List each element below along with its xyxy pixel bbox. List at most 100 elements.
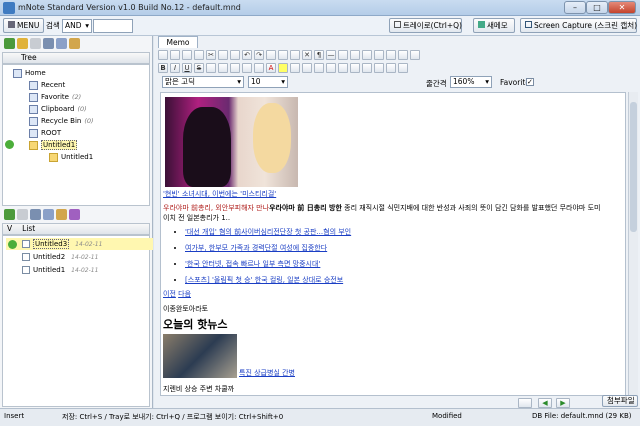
list-item[interactable]: '대선 개입' 혐의 前사이버심리전단장 첫 공판...혐의 부인 [185, 227, 603, 237]
move-icon[interactable] [69, 209, 80, 220]
highlight-icon[interactable] [278, 63, 288, 73]
new-memo-button[interactable]: 새메모 [473, 18, 515, 33]
copy-icon[interactable] [218, 50, 228, 60]
delete-icon[interactable]: ✕ [302, 50, 312, 60]
align-center-icon[interactable] [302, 63, 312, 73]
scrollbar-thumb[interactable] [630, 102, 637, 232]
delete-icon[interactable] [30, 38, 41, 49]
font-shrink-icon[interactable] [254, 63, 264, 73]
table-insert-icon[interactable] [362, 50, 372, 60]
memo-document[interactable]: '현빈' 소녀시대, 이번에는 '미스티리걸' 우라야마 前총리, 외안부피해자… [160, 92, 626, 396]
italic-icon[interactable]: I [170, 63, 180, 73]
minimize-button[interactable]: – [564, 1, 586, 14]
bullet-link[interactable]: '대선 개입' 혐의 前사이버심리전단장 첫 공판...혐의 부인 [185, 228, 351, 236]
font-color-icon[interactable]: A [266, 63, 276, 73]
list-item[interactable]: '한국 안터넷, 접속 빠르나 일부 측면 망중시대' [185, 259, 603, 269]
new-folder-icon[interactable] [17, 38, 28, 49]
tab-memo[interactable]: Memo [158, 36, 198, 48]
bullet-link[interactable]: 여가부, 한부모 가족과 경력단절 여성에 집중한다 [185, 244, 327, 252]
bold-icon[interactable]: B [158, 63, 168, 73]
copy-icon[interactable] [56, 38, 67, 49]
font-size-select[interactable]: 10 ▾ [248, 76, 288, 88]
cut-icon[interactable] [30, 209, 41, 220]
add-memo-icon[interactable] [4, 209, 15, 220]
undo-icon[interactable]: ↶ [242, 50, 252, 60]
font-grow-icon[interactable] [242, 63, 252, 73]
outdent-icon[interactable] [350, 50, 360, 60]
arrow-right-icon[interactable]: ▶ [556, 398, 570, 408]
home-icon[interactable] [518, 398, 532, 408]
list-item[interactable]: Untitled3 14-02-11 [6, 238, 153, 250]
open-icon[interactable] [170, 50, 180, 60]
tree-node-home[interactable]: Home [13, 68, 46, 78]
delete-memo-icon[interactable] [17, 209, 28, 220]
paste-icon[interactable] [69, 38, 80, 49]
indent-icon[interactable] [338, 50, 348, 60]
indent-less-icon[interactable] [374, 63, 384, 73]
paste-icon[interactable] [230, 50, 240, 60]
align-right-icon[interactable] [314, 63, 324, 73]
tree-node-root[interactable]: ROOT [29, 128, 61, 138]
next-link[interactable]: 다음 [178, 290, 191, 298]
new-icon[interactable] [158, 50, 168, 60]
print-icon[interactable] [194, 50, 204, 60]
memo-checkbox[interactable] [22, 266, 30, 274]
paragraph-icon[interactable]: ¶ [314, 50, 324, 60]
menu-button[interactable]: MENU [3, 18, 45, 33]
save-icon[interactable] [182, 50, 192, 60]
line-spacing-select[interactable]: 160% ▾ [450, 76, 492, 88]
table-props-icon[interactable] [398, 63, 408, 73]
add-folder-icon[interactable] [4, 38, 15, 49]
search-input[interactable] [93, 19, 133, 33]
row-insert-icon[interactable] [374, 50, 384, 60]
arrow-left-icon[interactable]: ◀ [538, 398, 552, 408]
remove-format-icon[interactable] [230, 63, 240, 73]
hot-news-link[interactable]: 특진 상급병실 간병 [239, 368, 295, 378]
photo-caption-link[interactable]: '현빈' 소녀시대, 이번에는 '미스티리걸' [163, 189, 603, 199]
memo-content[interactable]: '현빈' 소녀시대, 이번에는 '미스티리걸' 우라야마 前총리, 외안부피해자… [163, 95, 603, 394]
memo-checkbox[interactable] [22, 253, 30, 261]
copy-icon[interactable] [43, 209, 54, 220]
paste-icon[interactable] [56, 209, 67, 220]
maximize-button[interactable]: □ [586, 1, 608, 14]
cut-icon[interactable] [43, 38, 54, 49]
image-icon[interactable] [266, 50, 276, 60]
superscript-icon[interactable] [218, 63, 228, 73]
bullet-list-icon[interactable] [338, 63, 348, 73]
col-insert-icon[interactable] [386, 50, 396, 60]
font-name-select[interactable]: 맑은 고딕 ▾ [162, 76, 244, 88]
number-list-icon[interactable] [350, 63, 360, 73]
subscript-icon[interactable] [206, 63, 216, 73]
tree-node-favorite[interactable]: Favorite (2) [29, 92, 81, 102]
tree-node-untitled1-child[interactable]: Untitled1 [49, 152, 93, 162]
indent-more-icon[interactable] [362, 63, 372, 73]
strikethrough-icon[interactable]: S [194, 63, 204, 73]
tree-node-untitled1[interactable]: Untitled1 [29, 140, 78, 150]
memo-checkbox[interactable] [22, 240, 30, 248]
bullet-link[interactable]: '한국 안터넷, 접속 빠르나 일부 측면 망중시대' [185, 260, 320, 268]
headline-link[interactable]: 우라야마 前총리, 외안부피해자 만나 [163, 204, 269, 212]
align-justify-icon[interactable] [326, 63, 336, 73]
tree-node-recycle-bin[interactable]: Recycle Bin (0) [29, 116, 94, 126]
prev-link[interactable]: 이전 [163, 290, 176, 298]
link-icon[interactable] [290, 50, 300, 60]
favorite-checkbox[interactable]: ✓ [526, 78, 534, 86]
bullet-link[interactable]: [스포츠] '올림픽 첫 승' 한국 컬링, 일본 상대로 승전보 [185, 276, 343, 284]
tree-node-recent[interactable]: Recent [29, 80, 65, 90]
list-item[interactable]: [스포츠] '올림픽 첫 승' 한국 컬링, 일본 상대로 승전보 [185, 275, 603, 285]
screen-capture-button[interactable]: Screen Capture (스크린 캡처) [520, 18, 637, 33]
list-item[interactable]: 여가부, 한부모 가족과 경력단절 여성에 집중한다 [185, 243, 603, 253]
attach-file-button[interactable]: 첨부파일 [602, 395, 638, 407]
vertical-scrollbar[interactable] [628, 92, 638, 396]
tray-button[interactable]: 트레이로(Ctrl+Q) [389, 18, 462, 33]
merge-icon[interactable] [398, 50, 408, 60]
border-icon[interactable] [386, 63, 396, 73]
redo-icon[interactable]: ↷ [254, 50, 264, 60]
hr-icon[interactable]: — [326, 50, 336, 60]
search-mode-select[interactable]: AND ▾ [62, 19, 92, 33]
table-icon[interactable] [278, 50, 288, 60]
list-item[interactable]: Untitled1 14-02-11 [6, 264, 153, 276]
underline-icon[interactable]: U [182, 63, 192, 73]
cut-icon[interactable]: ✂ [206, 50, 216, 60]
split-icon[interactable] [410, 50, 420, 60]
